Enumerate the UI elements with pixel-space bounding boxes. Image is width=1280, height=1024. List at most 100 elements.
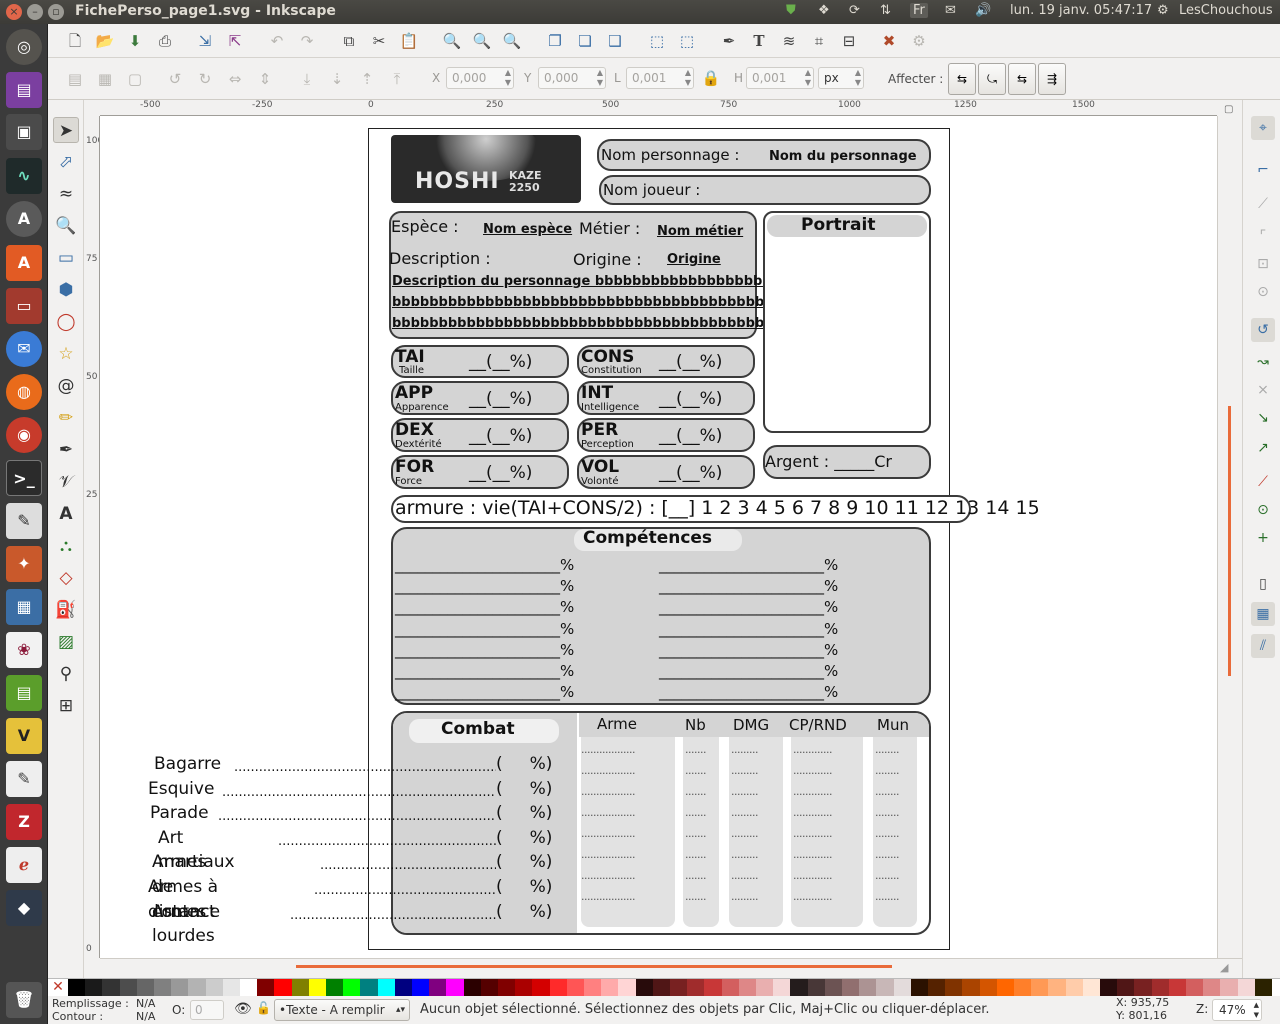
- window-maximize-button[interactable]: ▫: [48, 4, 64, 20]
- color-swatch[interactable]: [652, 979, 670, 997]
- firefox-icon[interactable]: ◍: [6, 374, 42, 410]
- flip-horizontal-icon[interactable]: ⇔: [224, 68, 246, 90]
- color-swatch[interactable]: [1014, 979, 1032, 997]
- fill-stroke-icon[interactable]: ✒: [718, 30, 740, 52]
- 3d-box-tool-icon[interactable]: ⬢: [53, 277, 79, 303]
- layers-icon[interactable]: ≋: [778, 30, 800, 52]
- group-icon[interactable]: ⬚: [646, 30, 668, 52]
- zoom-drawing-icon[interactable]: 🔍: [471, 30, 493, 52]
- dash-home-icon[interactable]: ◎: [6, 29, 42, 65]
- resize-grip-icon[interactable]: ◢: [1220, 961, 1228, 974]
- ungroup-icon[interactable]: ⬚: [676, 30, 698, 52]
- disc-burner-icon[interactable]: ◉: [6, 417, 42, 453]
- snap-enable-icon[interactable]: ⌖: [1251, 116, 1275, 140]
- update-shield-icon[interactable]: ⛊: [786, 3, 796, 18]
- color-swatch[interactable]: [119, 979, 137, 997]
- portrait-frame[interactable]: Portrait: [763, 211, 931, 433]
- color-swatch[interactable]: [704, 979, 722, 997]
- dropbox-icon[interactable]: ❖: [818, 3, 830, 18]
- vertical-scroll-thumb[interactable]: [1228, 406, 1231, 676]
- color-swatch[interactable]: [549, 979, 567, 997]
- undo-icon[interactable]: ↶: [266, 30, 288, 52]
- color-swatch[interactable]: [1117, 979, 1135, 997]
- snap-object-centers-icon[interactable]: ⊙: [1251, 498, 1275, 522]
- xml-editor-icon[interactable]: ⌗: [808, 30, 830, 52]
- duplicate-icon[interactable]: ⧉: [338, 30, 360, 52]
- color-swatch[interactable]: [68, 979, 86, 997]
- color-swatch[interactable]: [773, 979, 791, 997]
- y-input[interactable]: 0,000 ▲ ▼: [538, 67, 606, 89]
- color-swatch[interactable]: [1186, 979, 1204, 997]
- settings-gear-icon[interactable]: ⚙: [1157, 3, 1169, 18]
- snap-bbox-corner-icon[interactable]: ⌜: [1251, 224, 1275, 248]
- color-swatch[interactable]: [154, 979, 172, 997]
- system-monitor-icon[interactable]: ∿: [6, 158, 42, 194]
- stat-box-dex[interactable]: DEX Dextérité __(__%): [391, 418, 569, 452]
- rotate-ccw-icon[interactable]: ↺: [164, 68, 186, 90]
- color-swatch[interactable]: [446, 979, 464, 997]
- spray-tool-icon[interactable]: ⛬: [53, 533, 79, 559]
- volume-icon[interactable]: 🔊: [975, 3, 991, 18]
- paste-icon[interactable]: 📋: [398, 30, 420, 52]
- snap-page-border-icon[interactable]: ▯: [1251, 572, 1275, 596]
- species-value[interactable]: Nom espèce: [483, 222, 572, 237]
- workspace-switcher-icon[interactable]: ▣: [6, 114, 42, 150]
- export-icon[interactable]: ⇱: [224, 30, 246, 52]
- color-swatch[interactable]: [1168, 979, 1186, 997]
- snap-bbox-center-icon[interactable]: ⊙: [1251, 280, 1275, 304]
- color-swatch[interactable]: [1100, 979, 1118, 997]
- color-swatch[interactable]: [532, 979, 550, 997]
- redo-icon[interactable]: ↷: [296, 30, 318, 52]
- snap-rotation-centers-icon[interactable]: +: [1251, 526, 1275, 550]
- zoom-tool-icon[interactable]: 🔍: [53, 213, 79, 239]
- text-editor-icon[interactable]: ✎: [6, 503, 42, 539]
- mail-icon[interactable]: ✉: [945, 3, 956, 18]
- snap-bbox-edge-icon[interactable]: ⟋: [1251, 192, 1275, 216]
- stat-box-cons[interactable]: CONS Constitution __(__%): [577, 345, 755, 378]
- scroll-lock-icon[interactable]: ▢: [1224, 104, 1233, 115]
- stroke-value[interactable]: N/A: [136, 1010, 155, 1023]
- color-swatch[interactable]: [291, 979, 309, 997]
- fill-value[interactable]: N/A: [136, 997, 155, 1010]
- money-field[interactable]: Argent : _____Cr: [763, 445, 931, 479]
- thunderbird-icon[interactable]: ✉: [6, 331, 42, 367]
- trash-icon[interactable]: 🗑: [6, 982, 42, 1018]
- color-swatch[interactable]: [738, 979, 756, 997]
- job-value[interactable]: Nom métier: [657, 224, 743, 239]
- network-arrows-icon[interactable]: ⇅: [880, 3, 891, 18]
- star-tool-icon[interactable]: ☆: [53, 341, 79, 367]
- width-input[interactable]: 0,001 ▲ ▼: [626, 67, 694, 89]
- zoom-page-icon[interactable]: 🔍: [501, 30, 523, 52]
- window-close-button[interactable]: ×: [6, 4, 22, 20]
- raspberry-icon[interactable]: ❀: [6, 632, 42, 668]
- software-center-icon[interactable]: A: [6, 245, 42, 281]
- inkscape-icon[interactable]: ◆: [6, 890, 42, 926]
- affect-stroke-width-toggle[interactable]: ⇆: [948, 63, 976, 95]
- deselect-icon[interactable]: ▢: [124, 68, 146, 90]
- color-swatch[interactable]: [601, 979, 619, 997]
- color-swatch[interactable]: [412, 979, 430, 997]
- filezilla-icon[interactable]: Z: [6, 804, 42, 840]
- stat-box-per[interactable]: PER Perception __(__%): [577, 418, 755, 452]
- connector-tool-icon[interactable]: ⊞: [53, 693, 79, 719]
- color-swatch[interactable]: [859, 979, 877, 997]
- snap-smooth-nodes-icon[interactable]: ↗: [1251, 436, 1275, 460]
- color-swatch[interactable]: [326, 979, 344, 997]
- stat-box-app[interactable]: APP Apparence __(__%): [391, 381, 569, 415]
- rotate-cw-icon[interactable]: ↻: [194, 68, 216, 90]
- user-name[interactable]: LesChouchous: [1179, 3, 1273, 18]
- color-swatch[interactable]: [515, 979, 533, 997]
- pencil-tool-icon[interactable]: ✏: [53, 405, 79, 431]
- affect-patterns-toggle[interactable]: ⇶: [1038, 63, 1066, 95]
- window-minimize-button[interactable]: –: [27, 4, 43, 20]
- color-swatch[interactable]: [240, 979, 258, 997]
- color-swatch[interactable]: [1237, 979, 1255, 997]
- terminal-icon[interactable]: >_: [6, 460, 42, 496]
- character-name-field[interactable]: Nom personnage : Nom du personnage: [597, 139, 931, 171]
- color-swatch[interactable]: [1203, 979, 1221, 997]
- color-swatch[interactable]: [188, 979, 206, 997]
- gradient-tool-icon[interactable]: ▨: [53, 629, 79, 655]
- color-swatch[interactable]: [1254, 979, 1272, 997]
- raise-top-icon[interactable]: ⤒: [386, 68, 408, 90]
- save-icon[interactable]: ⬇: [124, 30, 146, 52]
